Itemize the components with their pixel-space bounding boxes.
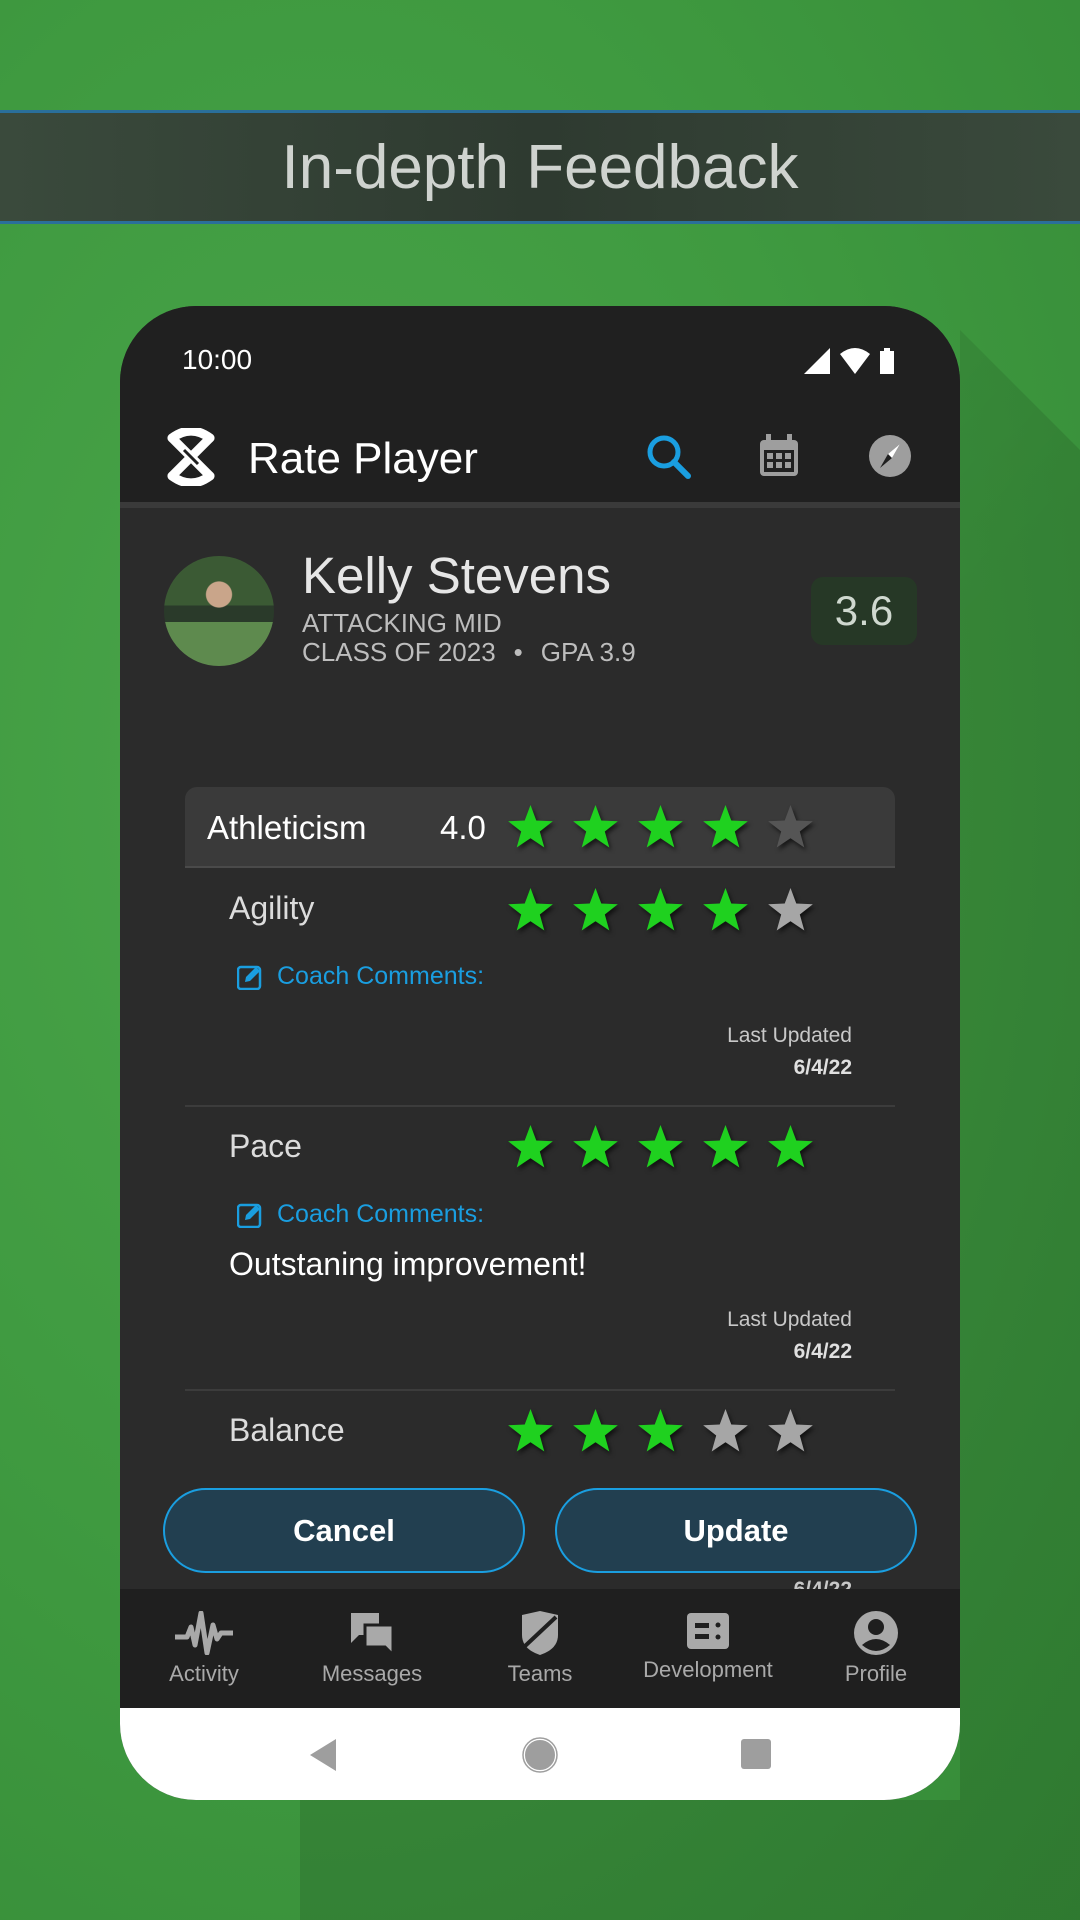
star-filled-icon[interactable]: [636, 886, 685, 935]
nav-teams[interactable]: Teams: [456, 1589, 624, 1708]
star-filled-icon[interactable]: [571, 1123, 620, 1172]
star-filled-icon: [573, 804, 618, 848]
nav-activity[interactable]: Activity: [120, 1589, 288, 1708]
star-filled-icon[interactable]: [571, 886, 620, 935]
banner-title: In-depth Feedback: [281, 132, 799, 202]
last-updated-label: Last Updated: [727, 1308, 852, 1331]
nav-label: Profile: [844, 1661, 908, 1686]
development-icon: [687, 1613, 729, 1649]
category-label: Athleticism: [207, 809, 367, 846]
nav-label: Activity: [169, 1661, 239, 1686]
recents-icon[interactable]: [741, 1739, 771, 1769]
star-filled-icon: [703, 804, 748, 848]
star-filled-icon[interactable]: [766, 1123, 815, 1172]
nav-label: Development: [643, 1657, 773, 1682]
divider: [185, 1105, 895, 1107]
player-name: Kelly Stevens: [302, 547, 611, 604]
star-empty-icon[interactable]: [766, 1407, 815, 1456]
battery-icon: [880, 348, 894, 374]
divider: [185, 1389, 895, 1391]
edit-icon: [237, 1203, 262, 1228]
star-filled-icon[interactable]: [636, 1123, 685, 1172]
activity-icon: [175, 1611, 233, 1655]
last-updated-pace: Last Updated 6/4/22: [727, 1304, 852, 1368]
star-filled-icon[interactable]: [571, 1407, 620, 1456]
separator-dot: •: [513, 637, 523, 667]
edit-icon: [237, 965, 262, 990]
app-logo-icon: [167, 428, 215, 486]
calendar-icon[interactable]: [758, 434, 800, 478]
player-avatar: [164, 556, 274, 666]
coach-comments-pace[interactable]: Coach Comments:: [237, 1200, 484, 1229]
skill-label-agility: Agility: [229, 890, 315, 926]
last-updated-label: Last Updated: [727, 1024, 852, 1047]
page-title: Rate Player: [248, 434, 478, 483]
last-updated-date: 6/4/22: [793, 1056, 852, 1079]
status-bar: 10:00: [120, 306, 960, 404]
coach-comment-text: Outstaning improvement!: [229, 1246, 587, 1282]
skill-label-balance: Balance: [229, 1412, 345, 1448]
player-position: ATTACKING MID: [302, 608, 502, 638]
status-time: 10:00: [182, 344, 253, 375]
cancel-button[interactable]: Cancel: [163, 1488, 525, 1573]
update-button[interactable]: Update: [555, 1488, 917, 1573]
signal-icon: [804, 348, 830, 374]
player-score-badge: 3.6: [811, 577, 917, 645]
last-updated-agility: Last Updated 6/4/22: [727, 1020, 852, 1084]
system-nav-bar: [120, 1708, 960, 1800]
nav-development[interactable]: Development: [624, 1589, 792, 1708]
balance-stars[interactable]: [506, 1407, 815, 1456]
star-empty-icon[interactable]: [766, 886, 815, 935]
compass-icon[interactable]: [868, 434, 912, 478]
coach-comments-label: Coach Comments:: [277, 1200, 485, 1228]
search-icon[interactable]: [646, 434, 692, 480]
star-filled-icon: [508, 804, 553, 848]
category-value: 4.0: [440, 809, 486, 846]
star-filled-icon[interactable]: [701, 1123, 750, 1172]
skill-label-pace: Pace: [229, 1128, 302, 1164]
star-filled-icon[interactable]: [636, 1407, 685, 1456]
last-updated-date: 6/4/22: [793, 1340, 852, 1363]
nav-messages[interactable]: Messages: [288, 1589, 456, 1708]
coach-comments-label: Coach Comments:: [277, 962, 485, 990]
star-empty-icon[interactable]: [701, 1407, 750, 1456]
star-filled-icon: [638, 804, 683, 848]
nav-label: Teams: [507, 1661, 573, 1686]
category-stars: [506, 803, 815, 852]
agility-stars[interactable]: [506, 886, 815, 935]
messages-icon: [351, 1613, 395, 1655]
star-filled-icon[interactable]: [506, 1407, 555, 1456]
nav-profile[interactable]: Profile: [792, 1589, 960, 1708]
teams-shield-icon: [522, 1611, 558, 1655]
app-bar: Rate Player: [120, 404, 960, 508]
star-empty-icon: [768, 804, 813, 848]
star-filled-icon[interactable]: [506, 886, 555, 935]
home-icon[interactable]: [522, 1737, 558, 1773]
player-score: 3.6: [834, 587, 894, 634]
star-filled-icon[interactable]: [506, 1123, 555, 1172]
coach-comments-agility[interactable]: Coach Comments:: [237, 962, 484, 991]
player-class: CLASS OF 2023: [302, 637, 496, 667]
player-meta: CLASS OF 2023 • GPA 3.9: [302, 637, 636, 668]
nav-label: Messages: [321, 1661, 423, 1686]
profile-icon: [854, 1611, 898, 1655]
phone-screen: 10:00 Rate Player Kelly Stevens ATTACKIN…: [120, 306, 960, 1800]
back-icon[interactable]: [310, 1739, 336, 1771]
pace-stars[interactable]: [506, 1123, 815, 1172]
banner: In-depth Feedback: [0, 110, 1080, 224]
bottom-nav: Activity Messages Teams Development Prof…: [120, 1589, 960, 1708]
wifi-icon: [840, 348, 870, 374]
player-gpa: GPA 3.9: [540, 637, 636, 667]
star-filled-icon[interactable]: [701, 886, 750, 935]
